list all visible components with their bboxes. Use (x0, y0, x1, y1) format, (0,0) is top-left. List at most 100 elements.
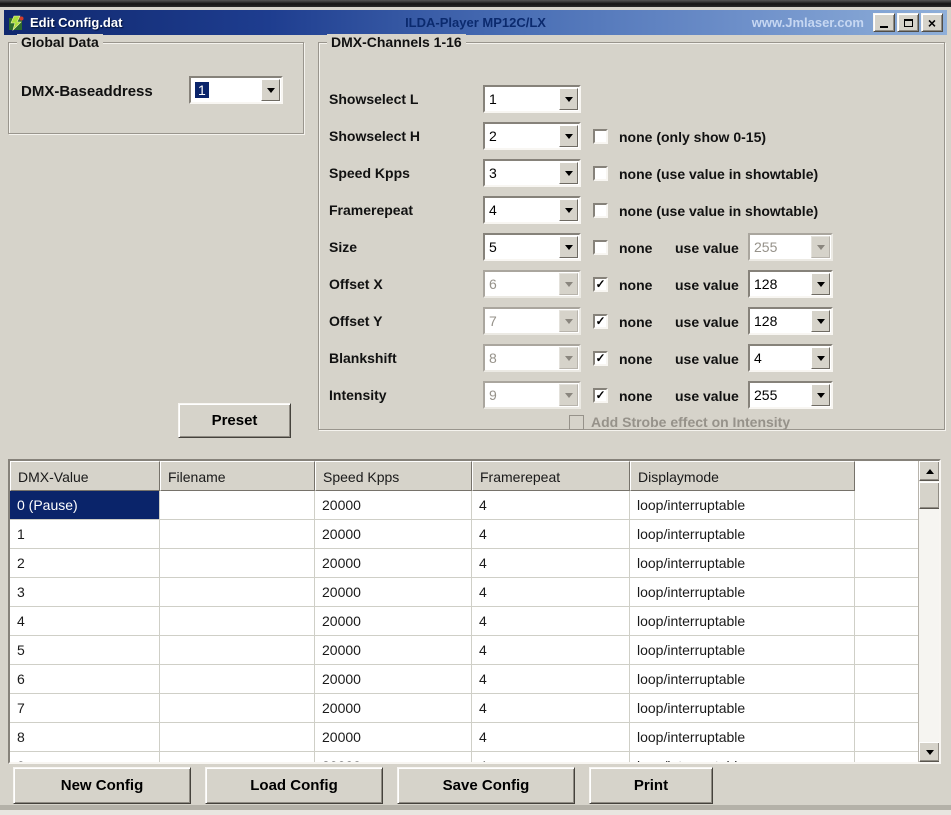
offset-y-none-checkbox[interactable]: ✓ (593, 314, 608, 329)
new-config-button[interactable]: New Config (13, 767, 191, 804)
table-row: 9 20000 4 loop/interruptable (10, 752, 939, 764)
minimize-button[interactable] (873, 13, 895, 32)
cell-speed-kpps[interactable]: 20000 (315, 520, 472, 548)
cell-filename[interactable] (160, 752, 315, 764)
blankshift-use-value-dropdown-button[interactable] (811, 347, 830, 369)
cell-displaymode[interactable]: loop/interruptable (630, 723, 855, 751)
cell-framerepeat[interactable]: 4 (472, 549, 630, 577)
cell-filename[interactable] (160, 723, 315, 751)
cell-framerepeat[interactable]: 4 (472, 520, 630, 548)
titlebar[interactable]: Edit Config.dat ILDA-Player MP12C/LX www… (4, 10, 947, 35)
cell-dmx-value[interactable]: 6 (10, 665, 160, 693)
cell-displaymode[interactable]: loop/interruptable (630, 607, 855, 635)
cell-speed-kpps[interactable]: 20000 (315, 665, 472, 693)
showselect-l-dropdown-button[interactable] (559, 88, 578, 110)
cell-framerepeat[interactable]: 4 (472, 491, 630, 519)
cell-filename[interactable] (160, 694, 315, 722)
cell-filename[interactable] (160, 636, 315, 664)
cell-framerepeat[interactable]: 4 (472, 694, 630, 722)
showselect-h-combo[interactable]: 2 (483, 122, 581, 150)
dmx-baseaddress-dropdown-button[interactable] (261, 79, 280, 101)
framerepeat-none-checkbox[interactable] (593, 203, 608, 218)
print-button[interactable]: Print (589, 767, 713, 804)
cell-framerepeat[interactable]: 4 (472, 607, 630, 635)
cell-speed-kpps[interactable]: 20000 (315, 636, 472, 664)
size-none-checkbox[interactable] (593, 240, 608, 255)
load-config-button[interactable]: Load Config (205, 767, 383, 804)
cell-speed-kpps[interactable]: 20000 (315, 694, 472, 722)
cell-speed-kpps[interactable]: 20000 (315, 607, 472, 635)
column-header-filename[interactable]: Filename (160, 461, 315, 491)
cell-framerepeat[interactable]: 4 (472, 636, 630, 664)
intensity-dropdown-button (559, 384, 578, 406)
framerepeat-combo[interactable]: 4 (483, 196, 581, 224)
cell-dmx-value[interactable]: 7 (10, 694, 160, 722)
cell-framerepeat[interactable]: 4 (472, 752, 630, 764)
cell-dmx-value[interactable]: 8 (10, 723, 160, 751)
cell-displaymode[interactable]: loop/interruptable (630, 694, 855, 722)
table-vertical-scrollbar[interactable] (918, 461, 939, 762)
showselect-l-combo[interactable]: 1 (483, 85, 581, 113)
cell-framerepeat[interactable]: 4 (472, 723, 630, 751)
cell-displaymode[interactable]: loop/interruptable (630, 636, 855, 664)
cell-filename[interactable] (160, 491, 315, 519)
offset-y-use-value-dropdown-button[interactable] (811, 310, 830, 332)
cell-dmx-value[interactable]: 0 (Pause) (10, 491, 160, 519)
cell-framerepeat[interactable]: 4 (472, 578, 630, 606)
blankshift-none-checkbox[interactable]: ✓ (593, 351, 608, 366)
save-config-button[interactable]: Save Config (397, 767, 575, 804)
blankshift-use-value-combo[interactable]: 4 (748, 344, 833, 372)
cell-filename[interactable] (160, 520, 315, 548)
cell-speed-kpps[interactable]: 20000 (315, 752, 472, 764)
offset-x-none-checkbox[interactable]: ✓ (593, 277, 608, 292)
cell-filename[interactable] (160, 665, 315, 693)
column-header-speed-kpps[interactable]: Speed Kpps (315, 461, 472, 491)
framerepeat-dropdown-button[interactable] (559, 199, 578, 221)
column-header-displaymode[interactable]: Displaymode (630, 461, 855, 491)
cell-filename[interactable] (160, 578, 315, 606)
offset-x-use-value-combo[interactable]: 128 (748, 270, 833, 298)
dmx-baseaddress-combo[interactable]: 1 (189, 76, 283, 104)
maximize-button[interactable] (897, 13, 919, 32)
showselect-h-dropdown-button[interactable] (559, 125, 578, 147)
cell-displaymode[interactable]: loop/interruptable (630, 549, 855, 577)
cell-speed-kpps[interactable]: 20000 (315, 578, 472, 606)
showselect-h-none-checkbox[interactable] (593, 129, 608, 144)
cell-dmx-value[interactable]: 5 (10, 636, 160, 664)
cell-displaymode[interactable]: loop/interruptable (630, 520, 855, 548)
cell-speed-kpps[interactable]: 20000 (315, 491, 472, 519)
size-dropdown-button[interactable] (559, 236, 578, 258)
website-link[interactable]: www.Jmlaser.com (752, 15, 864, 30)
cell-dmx-value[interactable]: 1 (10, 520, 160, 548)
cell-displaymode[interactable]: loop/interruptable (630, 491, 855, 519)
scrollbar-thumb[interactable] (919, 482, 940, 509)
close-button[interactable]: × (921, 13, 943, 32)
preset-button[interactable]: Preset (178, 403, 291, 438)
intensity-use-value-combo[interactable]: 255 (748, 381, 833, 409)
cell-displaymode[interactable]: loop/interruptable (630, 578, 855, 606)
speed-kpps-none-checkbox[interactable] (593, 166, 608, 181)
cell-dmx-value[interactable]: 2 (10, 549, 160, 577)
cell-filename[interactable] (160, 549, 315, 577)
app-icon[interactable] (8, 15, 25, 31)
cell-dmx-value[interactable]: 9 (10, 752, 160, 764)
scroll-up-button[interactable] (919, 461, 940, 481)
cell-dmx-value[interactable]: 4 (10, 607, 160, 635)
cell-speed-kpps[interactable]: 20000 (315, 723, 472, 751)
cell-displaymode[interactable]: loop/interruptable (630, 665, 855, 693)
offset-x-use-value-dropdown-button[interactable] (811, 273, 830, 295)
cell-filename[interactable] (160, 607, 315, 635)
cell-speed-kpps[interactable]: 20000 (315, 549, 472, 577)
cell-displaymode[interactable]: loop/interruptable (630, 752, 855, 764)
scroll-down-button[interactable] (919, 742, 940, 762)
column-header-dmx-value[interactable]: DMX-Value (10, 461, 160, 491)
column-header-framerepeat[interactable]: Framerepeat (472, 461, 630, 491)
cell-framerepeat[interactable]: 4 (472, 665, 630, 693)
intensity-use-value-dropdown-button[interactable] (811, 384, 830, 406)
size-combo[interactable]: 5 (483, 233, 581, 261)
offset-y-use-value-combo[interactable]: 128 (748, 307, 833, 335)
intensity-none-checkbox[interactable]: ✓ (593, 388, 608, 403)
speed-kpps-dropdown-button[interactable] (559, 162, 578, 184)
speed-kpps-combo[interactable]: 3 (483, 159, 581, 187)
cell-dmx-value[interactable]: 3 (10, 578, 160, 606)
